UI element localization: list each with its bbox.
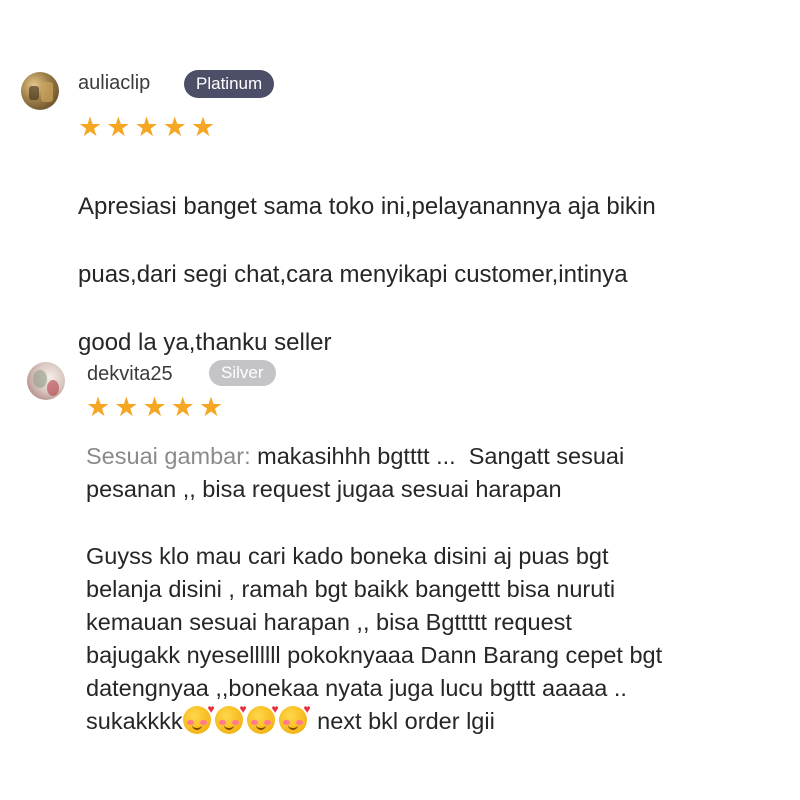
star-icon: ★	[114, 392, 139, 422]
star-icon: ★	[198, 392, 224, 422]
star-icon: ★	[106, 112, 131, 142]
membership-badge: Silver	[209, 360, 276, 386]
variant-label: Sesuai gambar:	[86, 443, 251, 469]
star-icon: ★	[170, 392, 195, 422]
star-rating: ★ ★ ★ ★ ★	[86, 394, 223, 421]
user-avatar[interactable]	[21, 72, 59, 110]
star-icon: ★	[142, 392, 167, 422]
membership-badge: Platinum	[184, 70, 275, 98]
smiling-face-with-hearts-emoji: ♥	[278, 703, 311, 734]
star-icon: ★	[162, 112, 187, 142]
smiling-face-with-hearts-emoji: ♥	[182, 703, 215, 734]
smiling-face-with-hearts-emoji: ♥	[246, 703, 279, 734]
review-text-line: sukakkkk ♥ ♥ ♥ ♥ next bkl order lgii	[86, 703, 796, 738]
review-text-line: bajugakk nyesellllll pokoknyaaa Dann Bar…	[86, 642, 663, 668]
review-text-fragment: makasihhh bgtttt ... Sangatt sesuai	[250, 443, 625, 469]
review-text-line: Apresiasi banget sama toko ini,pelayanan…	[78, 193, 656, 220]
review-text: Sesuai gambar: makasihhh bgtttt ... Sang…	[86, 440, 786, 506]
review-text: Guyss klo mau cari kado boneka disini aj…	[86, 540, 796, 738]
star-rating: ★ ★ ★ ★ ★	[78, 114, 215, 141]
star-icon: ★	[86, 392, 111, 422]
user-avatar[interactable]	[27, 362, 65, 400]
reviewer-username[interactable]: dekvita25	[87, 363, 173, 386]
review-text-line: belanja disini , ramah bgt baikk bangett…	[86, 576, 616, 602]
smiling-face-with-hearts-emoji: ♥	[214, 703, 247, 734]
review-text-line: Sesuai gambar: makasihhh bgtttt ... Sang…	[86, 440, 786, 473]
review-text: Apresiasi banget sama toko ini,pelayanan…	[78, 156, 778, 394]
star-icon: ★	[78, 112, 103, 142]
review-text-line: puas,dari segi chat,cara menyikapi custo…	[78, 261, 628, 288]
review-text-fragment: next bkl order lgii	[310, 708, 495, 734]
star-icon: ★	[190, 112, 216, 142]
review-text-fragment: sukakkkk	[86, 708, 183, 734]
review-text-line: good la ya,thanku seller	[78, 329, 332, 356]
review-text-line: kemauan sesuai harapan ,, bisa Bgttttt r…	[86, 609, 572, 635]
review-text-line: datengnyaa ,,bonekaa nyata juga lucu bgt…	[86, 675, 627, 701]
review-text-line: pesanan ,, bisa request jugaa sesuai har…	[86, 476, 562, 502]
reviewer-username[interactable]: auliaclip	[78, 72, 150, 95]
review-text-line: Guyss klo mau cari kado boneka disini aj…	[86, 543, 609, 569]
star-icon: ★	[134, 112, 159, 142]
